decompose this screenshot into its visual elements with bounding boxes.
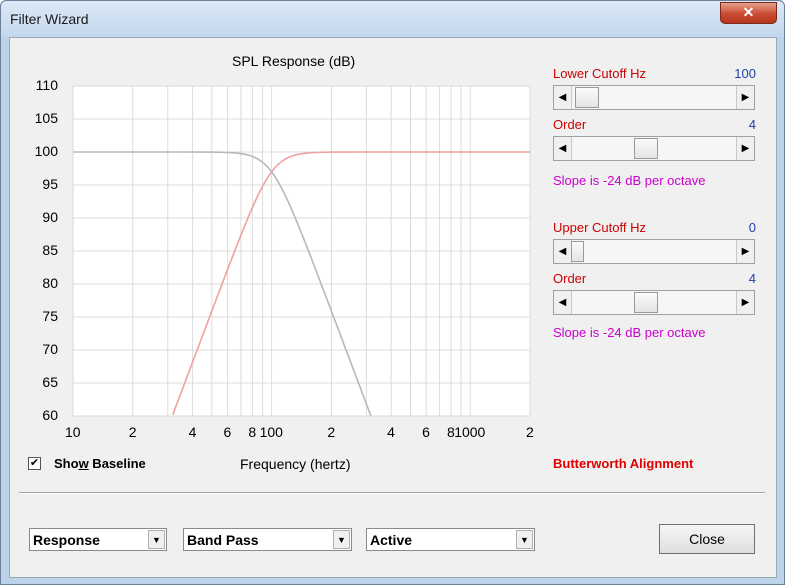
x-axis-label: Frequency (hertz) [240, 456, 351, 472]
x-tick-label: 4 [188, 424, 197, 440]
y-tick-label: 110 [35, 77, 58, 93]
lower-order-slider[interactable]: ◀ ▶ [553, 136, 755, 161]
x-tick-label: 6 [422, 424, 430, 440]
slider-left-arrow-icon[interactable]: ◀ [554, 291, 572, 314]
x-tick-label: 8 [248, 424, 257, 440]
separator-line [19, 492, 765, 494]
y-tick-label: 95 [42, 176, 58, 192]
mode-dropdown-value: Active [370, 532, 413, 548]
upper-order-label: Order [553, 271, 587, 286]
x-tick-label: 2 [128, 424, 137, 440]
show-baseline-checkbox[interactable]: ✔ [28, 457, 41, 470]
slider-thumb[interactable] [634, 138, 658, 159]
chevron-down-icon[interactable]: ▼ [516, 530, 533, 549]
y-tick-label: 85 [42, 242, 58, 258]
x-tick-label: 100 [259, 424, 283, 440]
y-tick-label: 105 [34, 110, 58, 126]
filter-type-dropdown-value: Band Pass [187, 532, 259, 548]
view-dropdown[interactable]: Response ▼ [29, 528, 167, 551]
upper-cutoff-label: Upper Cutoff Hz [553, 220, 646, 235]
x-tick-label: 6 [223, 424, 232, 440]
y-tick-label: 80 [42, 275, 58, 291]
lower-order-label: Order [553, 117, 587, 132]
mode-dropdown[interactable]: Active ▼ [366, 528, 535, 551]
close-button[interactable]: Close [659, 524, 755, 554]
alignment-label: Butterworth Alignment [553, 456, 694, 471]
upper-cutoff-slider[interactable]: ◀ ▶ [553, 239, 755, 264]
y-tick-label: 90 [42, 209, 58, 225]
upper-order-value: 4 [748, 271, 756, 286]
lower-slope-text: Slope is -24 dB per octave [553, 173, 706, 188]
x-tick-label: 2 [526, 424, 534, 440]
x-tick-label: 1000 [454, 424, 486, 440]
upper-cutoff-value: 0 [748, 220, 756, 235]
lower-cutoff-label: Lower Cutoff Hz [553, 66, 646, 81]
upper-order-slider[interactable]: ◀ ▶ [553, 290, 755, 315]
slider-right-arrow-icon[interactable]: ▶ [736, 291, 754, 314]
slider-left-arrow-icon[interactable]: ◀ [554, 86, 572, 109]
chevron-down-icon[interactable]: ▼ [148, 530, 165, 549]
slider-left-arrow-icon[interactable]: ◀ [554, 240, 572, 263]
lower-order-value: 4 [748, 117, 756, 132]
slider-left-arrow-icon[interactable]: ◀ [554, 137, 572, 160]
filter-type-dropdown[interactable]: Band Pass ▼ [183, 528, 352, 551]
view-dropdown-value: Response [33, 532, 100, 548]
upper-slope-text: Slope is -24 dB per octave [553, 325, 706, 340]
slider-right-arrow-icon[interactable]: ▶ [736, 137, 754, 160]
chevron-down-icon[interactable]: ▼ [333, 530, 350, 549]
slider-right-arrow-icon[interactable]: ▶ [736, 86, 754, 109]
x-tick-label: 2 [327, 424, 336, 440]
slider-thumb[interactable] [575, 87, 599, 108]
show-baseline-label[interactable]: Show Baseline [54, 456, 146, 471]
lower-cutoff-value: 100 [734, 66, 756, 81]
y-tick-label: 65 [42, 374, 58, 390]
slider-thumb[interactable] [634, 292, 658, 313]
slider-thumb[interactable] [571, 241, 584, 262]
slider-right-arrow-icon[interactable]: ▶ [736, 240, 754, 263]
y-tick-label: 75 [42, 308, 58, 324]
y-tick-label: 100 [34, 143, 58, 159]
x-tick-label: 10 [65, 424, 81, 440]
y-tick-label: 60 [42, 407, 58, 423]
y-tick-label: 70 [42, 341, 58, 357]
lower-cutoff-slider[interactable]: ◀ ▶ [553, 85, 755, 110]
x-tick-label: 4 [387, 424, 395, 440]
